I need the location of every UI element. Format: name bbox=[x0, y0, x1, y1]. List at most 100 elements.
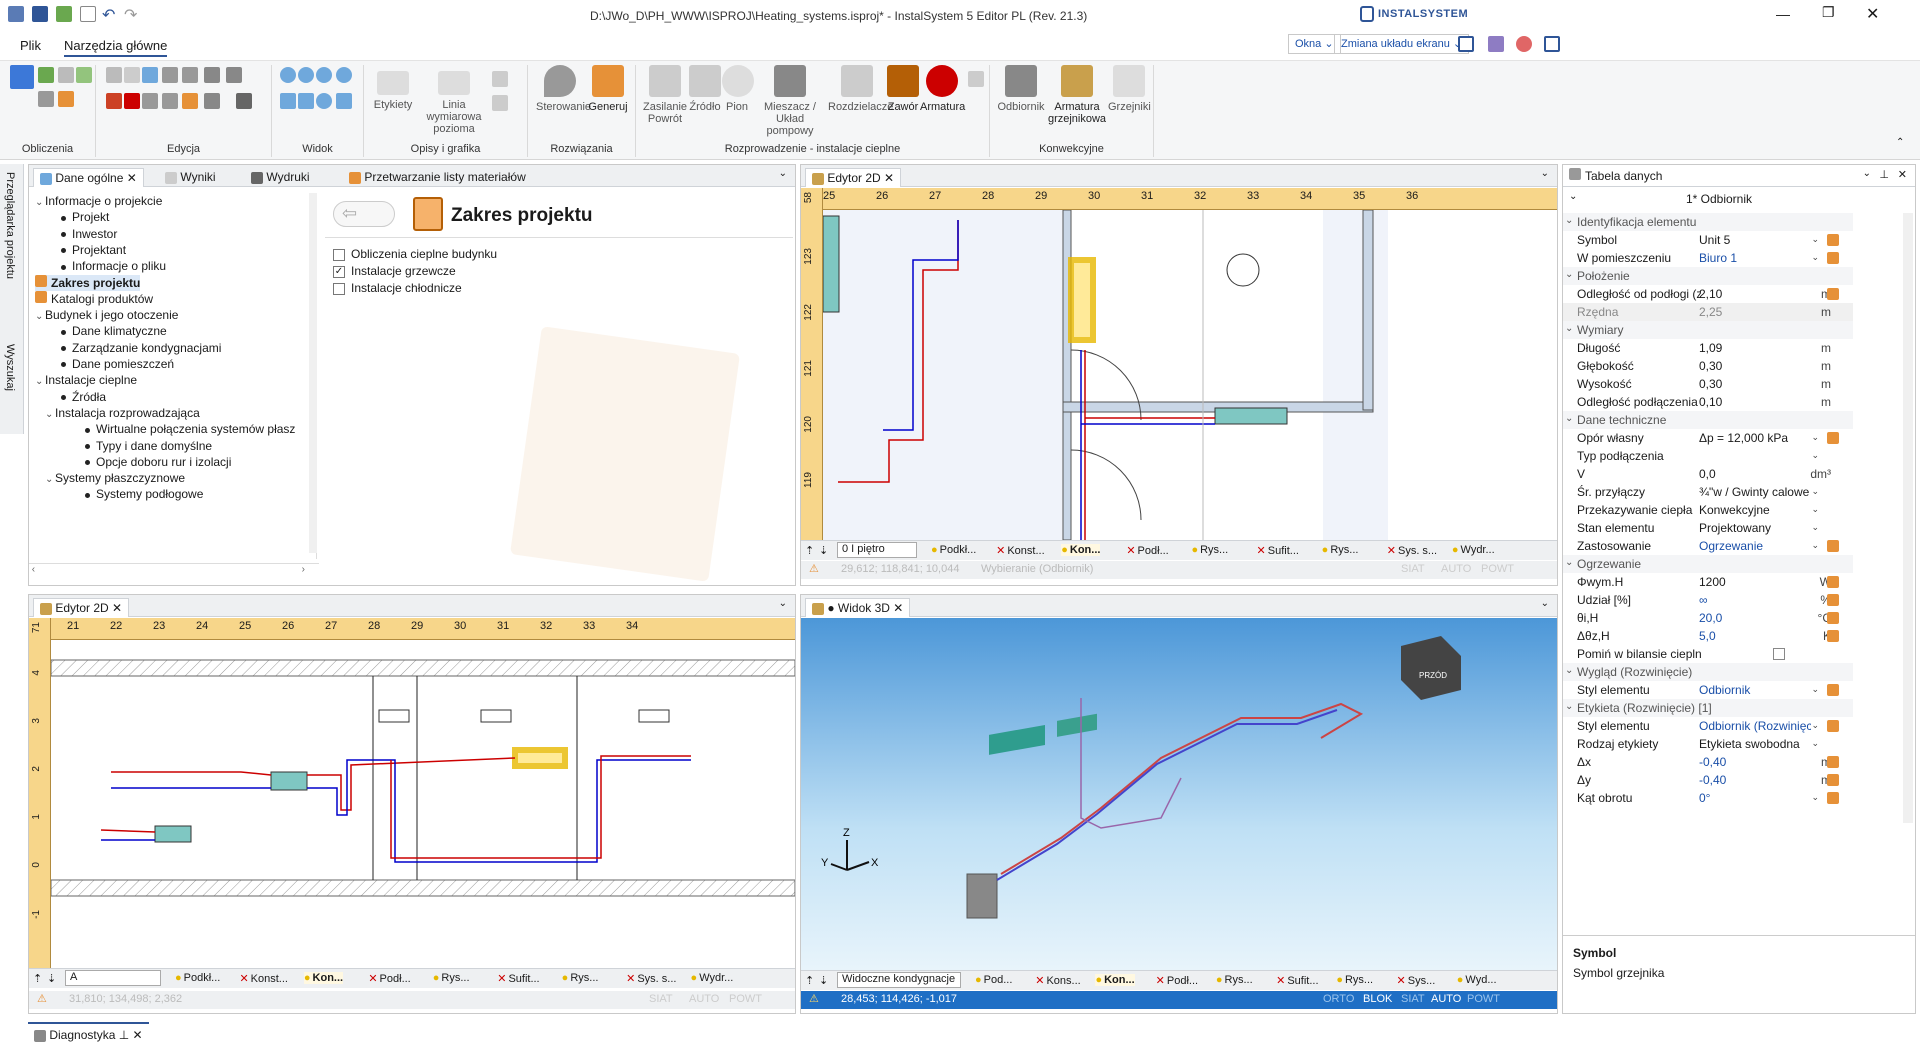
layer-tab[interactable]: ✕ Sys. s... bbox=[1387, 544, 1437, 557]
layer-tab[interactable]: ● Podkł... bbox=[175, 972, 220, 984]
editor-bottom-canvas[interactable] bbox=[51, 640, 795, 968]
property-section[interactable]: ⌄ Dane techniczne bbox=[1563, 411, 1853, 429]
tree-item[interactable]: ⌄ Budynek i jego otoczenie bbox=[35, 307, 178, 323]
extra-icon[interactable] bbox=[968, 71, 984, 87]
layer-tab[interactable]: ● Wydr... bbox=[1452, 544, 1495, 556]
calc-pipe-icon[interactable] bbox=[58, 91, 74, 107]
back-arrow-icon[interactable]: ⇦ bbox=[333, 201, 395, 227]
flag-siat[interactable]: SIAT bbox=[1401, 993, 1425, 1005]
tab-prints[interactable]: Wydruki bbox=[245, 168, 316, 187]
restore-icon[interactable]: ❐ bbox=[1822, 4, 1835, 21]
level-select[interactable]: 0 I piętro bbox=[837, 542, 917, 558]
scroll-up-icon[interactable]: ⇡ bbox=[805, 974, 814, 987]
edit-pencil-icon[interactable] bbox=[1827, 684, 1839, 696]
chevron-down-icon[interactable]: ⌄ bbox=[35, 195, 45, 211]
calc-check-icon[interactable] bbox=[76, 67, 92, 83]
zoom-out-icon[interactable] bbox=[298, 67, 314, 83]
abc-icon[interactable] bbox=[492, 71, 508, 87]
bottom-flag-grid[interactable]: SIAT bbox=[649, 993, 673, 1005]
datatable-close-icon[interactable]: ✕ bbox=[1898, 168, 1907, 181]
editor-bottom-menu-icon[interactable]: ⌄ bbox=[779, 598, 787, 609]
layer-tab[interactable]: ● Rys... bbox=[1336, 974, 1373, 986]
ribbon-collapse-icon[interactable]: ⌃ bbox=[1896, 137, 1904, 148]
flag-auto[interactable]: AUTO bbox=[1431, 993, 1461, 1005]
level-select[interactable]: Widoczne kondygnacje bbox=[837, 972, 961, 988]
layer-tab[interactable]: ✕ Konst... bbox=[239, 972, 288, 985]
supply-return-button[interactable]: Zasilanie Powrót bbox=[640, 65, 690, 125]
property-section[interactable]: ⌄ Wymiary bbox=[1563, 321, 1853, 339]
layer-tab[interactable]: ✕ Podł... bbox=[1126, 544, 1168, 557]
checkbox[interactable]: ✓ bbox=[333, 265, 345, 278]
dim-line-button[interactable]: Linia wymiarowa pozioma bbox=[416, 65, 492, 135]
section-chevron-icon[interactable]: ⌄ bbox=[1565, 557, 1573, 568]
panel-menu-icon[interactable]: ⌄ bbox=[779, 168, 787, 179]
mixer-button[interactable]: Mieszacz / Układ pompowy bbox=[752, 65, 828, 137]
tree-item[interactable]: Projekt bbox=[61, 209, 109, 225]
property-value[interactable]: Etykieta swobodna bbox=[1699, 737, 1811, 751]
property-row[interactable]: V 0,0 dm³ bbox=[1563, 465, 1853, 483]
layer-tab[interactable]: ● Rys... bbox=[1216, 974, 1253, 986]
zoom-sel-icon[interactable] bbox=[316, 93, 332, 109]
copy-icon[interactable] bbox=[106, 67, 122, 83]
layer-tab[interactable]: ● Kon... bbox=[303, 972, 344, 984]
property-value[interactable]: Δp = 12,000 kPa bbox=[1699, 431, 1811, 445]
pin-icon[interactable]: ⊥ bbox=[1879, 168, 1889, 181]
property-row[interactable]: θi,H 20,0 °C bbox=[1563, 609, 1853, 627]
property-row[interactable]: Kąt obrotu 0° ⌄ bbox=[1563, 789, 1853, 807]
calc-table-icon[interactable] bbox=[38, 91, 54, 107]
delete-icon[interactable] bbox=[124, 93, 140, 109]
scope-check-row[interactable]: ✓ Instalacje grzewcze bbox=[333, 264, 456, 278]
edit-pencil-icon[interactable] bbox=[1827, 594, 1839, 606]
bottom-flag-auto[interactable]: AUTO bbox=[689, 993, 719, 1005]
top-flag-repeat[interactable]: POWT bbox=[1481, 563, 1514, 575]
paste-icon[interactable] bbox=[124, 67, 140, 83]
layer-tab[interactable]: ✕ Podł... bbox=[368, 972, 410, 985]
layer-tab[interactable]: ✕ Sufit... bbox=[1276, 974, 1318, 987]
settings-icon[interactable] bbox=[1544, 36, 1560, 52]
tree-item[interactable]: Zarządzanie kondygnacjami bbox=[61, 340, 221, 356]
property-value[interactable]: 2,25 bbox=[1699, 305, 1811, 319]
property-row[interactable]: Długość 1,09 m bbox=[1563, 339, 1853, 357]
edit-pencil-icon[interactable] bbox=[1827, 756, 1839, 768]
property-value[interactable]: Biuro 1 bbox=[1699, 251, 1811, 265]
property-section[interactable]: ⌄ Położenie bbox=[1563, 267, 1853, 285]
calc-doc-icon[interactable] bbox=[58, 67, 74, 83]
tree-item[interactable]: ⌄ Instalacje cieplne bbox=[35, 372, 137, 388]
layer-tab[interactable]: ✕ Sufit... bbox=[1257, 544, 1299, 557]
tab-editor-top[interactable]: Edytor 2D ✕ bbox=[805, 168, 902, 187]
zoom-in-icon[interactable] bbox=[280, 67, 296, 83]
tab-materials[interactable]: Przetwarzanie listy materiałów bbox=[343, 168, 532, 187]
diagnostics-tab[interactable]: Diagnostyka ⊥ ✕ bbox=[28, 1022, 149, 1044]
tree-item[interactable]: Systemy podłogowe bbox=[85, 486, 203, 502]
tree-item[interactable]: Projektant bbox=[61, 242, 126, 258]
chevron-down-icon[interactable]: ⌄ bbox=[1811, 684, 1819, 695]
layer-tab[interactable]: ✕ Podł... bbox=[1156, 974, 1198, 987]
tab-editor-bottom[interactable]: Edytor 2D ✕ bbox=[33, 598, 130, 617]
property-row[interactable]: Styl elementu Odbiornik ⌄ bbox=[1563, 681, 1853, 699]
tree-hscroll[interactable]: ‹ › bbox=[29, 563, 319, 579]
close-window-icon[interactable]: ✕ bbox=[1866, 4, 1879, 24]
fittings-button[interactable]: Armatura bbox=[920, 65, 965, 113]
property-row[interactable]: Opór własny Δp = 12,000 kPa ⌄ bbox=[1563, 429, 1853, 447]
chevron-down-icon[interactable]: ⌄ bbox=[1811, 738, 1819, 749]
chevron-down-icon[interactable]: ⌄ bbox=[1811, 252, 1819, 263]
table-icon[interactable] bbox=[492, 95, 508, 111]
zoom-window-icon[interactable] bbox=[316, 67, 332, 83]
source-button[interactable]: Źródło bbox=[688, 65, 722, 113]
property-row[interactable]: Typ podłączenia ⌄ bbox=[1563, 447, 1853, 465]
checkbox[interactable] bbox=[333, 248, 345, 261]
layout-dropdown[interactable]: Zmiana układu ekranu ⌄ bbox=[1334, 34, 1470, 54]
chevron-down-icon[interactable]: ⌄ bbox=[1811, 486, 1819, 497]
property-value[interactable]: 0,10 bbox=[1699, 395, 1811, 409]
property-section[interactable]: ⌄ Ogrzewanie bbox=[1563, 555, 1853, 573]
property-row[interactable]: W pomieszczeniu Biuro 1 ⌄ bbox=[1563, 249, 1853, 267]
property-row[interactable]: Zastosowanie Ogrzewanie ⌄ bbox=[1563, 537, 1853, 555]
radiator-button[interactable]: Odbiornik bbox=[994, 65, 1048, 113]
property-value[interactable]: -0,40 bbox=[1699, 755, 1811, 769]
chevron-down-icon[interactable]: ⌄ bbox=[1811, 522, 1819, 533]
scroll-down-icon[interactable]: ⇣ bbox=[819, 544, 828, 557]
checkbox[interactable] bbox=[1773, 648, 1785, 660]
property-value[interactable]: 20,0 bbox=[1699, 611, 1811, 625]
property-value[interactable]: Projektowany bbox=[1699, 521, 1811, 535]
layer-tab[interactable]: ● Rys... bbox=[562, 972, 599, 984]
